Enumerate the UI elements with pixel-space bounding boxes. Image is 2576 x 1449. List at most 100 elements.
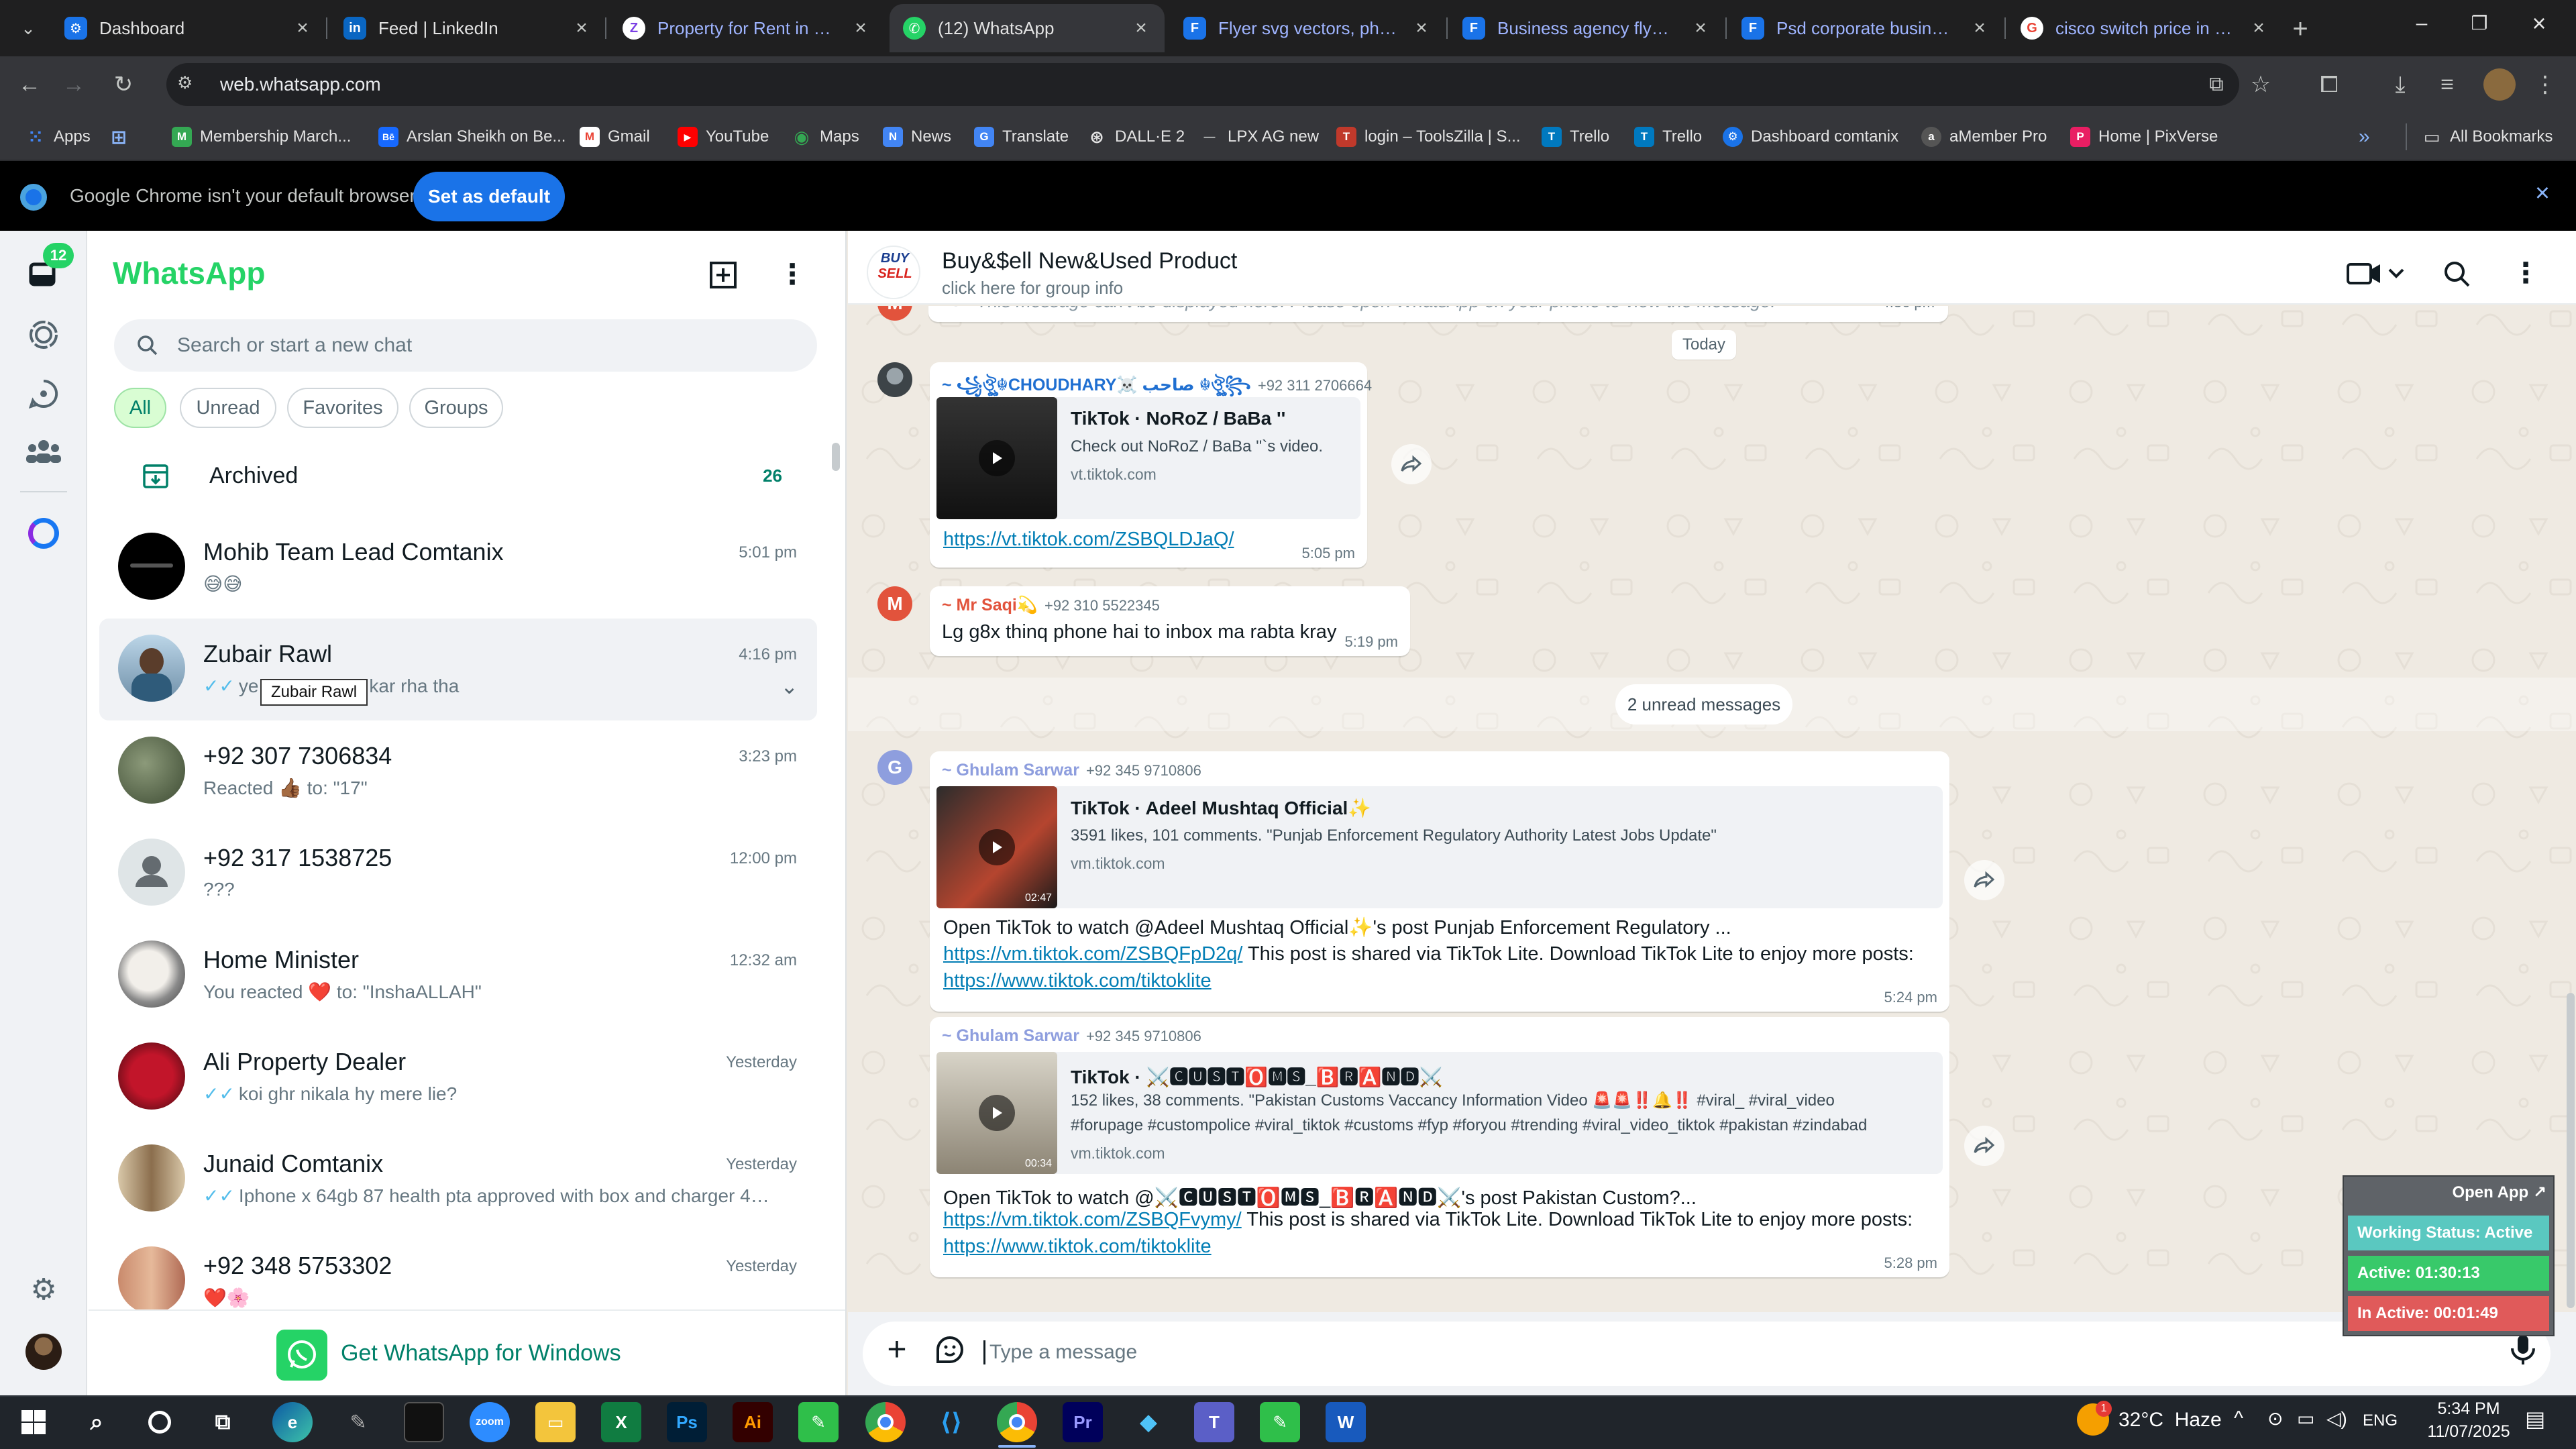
- diamond-app-icon[interactable]: ◆: [1128, 1402, 1169, 1442]
- forward-icon[interactable]: [1391, 444, 1432, 484]
- profile-avatar[interactable]: [2483, 68, 2516, 101]
- minimize-button[interactable]: –: [2395, 12, 2449, 44]
- tab-whatsapp[interactable]: ✆ (12) WhatsApp ×: [890, 4, 1165, 52]
- message-link[interactable]: https://www.tiktok.com/tiktoklite: [943, 1236, 1212, 1258]
- chat-row-zubair[interactable]: Zubair Rawl 4:16 pm ✓✓ ye k at kar rha tha…: [99, 619, 817, 720]
- green-pen-icon[interactable]: ✎: [1260, 1402, 1300, 1442]
- filter-favorites[interactable]: Favorites: [287, 388, 398, 428]
- zoom-icon[interactable]: zoom: [470, 1402, 510, 1442]
- attach-plus-icon[interactable]: +: [879, 1331, 915, 1367]
- reload-icon[interactable]: ↻: [105, 66, 142, 103]
- all-bookmarks-folder[interactable]: ▭ All Bookmarks: [2422, 122, 2553, 152]
- close-tab-icon[interactable]: ×: [851, 17, 871, 40]
- tab-psd-flyer[interactable]: F Psd corporate business fl ×: [1728, 4, 2003, 52]
- archived-row[interactable]: Archived 26: [99, 449, 817, 506]
- bookmark-lpx[interactable]: — LPX AG new: [1199, 122, 1320, 152]
- bookmark-gmail[interactable]: M Gmail: [580, 122, 650, 152]
- extensions-icon[interactable]: ⧠: [2310, 66, 2348, 103]
- search-icon[interactable]: ⌕: [76, 1402, 117, 1442]
- close-tab-icon[interactable]: ×: [1411, 17, 1432, 40]
- downloads-icon[interactable]: ⤓: [2381, 66, 2419, 103]
- microphone-icon[interactable]: [2506, 1331, 2540, 1368]
- message-link[interactable]: https://vt.tiktok.com/ZSBQLDJaQ/: [943, 529, 1234, 551]
- video-thumbnail[interactable]: 02:47: [936, 786, 1057, 908]
- bookmark-youtube[interactable]: ▶ YouTube: [678, 122, 769, 152]
- message-bubble[interactable]: ~ Ghulam Sarwar +92 345 9710806 02:47 Tik…: [930, 751, 1949, 1012]
- back-arrow-icon[interactable]: ←: [11, 66, 48, 103]
- close-tab-icon[interactable]: ×: [292, 17, 313, 40]
- message-bubble[interactable]: ⊘ This message can't be displayed here. …: [928, 306, 1948, 322]
- chat-options-chevron-icon[interactable]: ⌄: [780, 674, 798, 699]
- chat-list-scrollbar[interactable]: [832, 443, 840, 471]
- filter-all[interactable]: All: [114, 388, 166, 428]
- message-bubble[interactable]: ~ Mr Saqi💫 +92 310 5522345 Lg g8x thinq p…: [930, 586, 1410, 656]
- open-app-button[interactable]: Open App ↗: [2442, 1179, 2552, 1206]
- chrome-active-icon[interactable]: [997, 1402, 1037, 1442]
- search-input[interactable]: Search or start a new chat: [114, 319, 817, 372]
- infobar-close-icon[interactable]: ×: [2529, 180, 2556, 207]
- green-app-icon[interactable]: ✎: [798, 1402, 839, 1442]
- bookmark-translate[interactable]: G Translate: [974, 122, 1069, 152]
- set-default-button[interactable]: Set as default: [413, 172, 565, 221]
- site-info-icon[interactable]: ⚙: [177, 72, 201, 97]
- message-link[interactable]: https://vm.tiktok.com/ZSBQFpD2q/: [943, 943, 1242, 965]
- chrome-menu-icon[interactable]: ⋮: [2526, 66, 2564, 103]
- bookmark-trello-2[interactable]: T Trello: [1634, 122, 1702, 152]
- task-view-icon[interactable]: ⧉: [203, 1402, 243, 1442]
- link-preview[interactable]: TikTok · NoRoZ / BaBa '' Check out NoRoZ…: [936, 397, 1360, 519]
- address-bar[interactable]: web.whatsapp.com: [166, 63, 2239, 106]
- clock-date[interactable]: 11/07/2025: [2422, 1422, 2516, 1442]
- close-tab-icon[interactable]: ×: [1970, 17, 1990, 40]
- edge-icon[interactable]: e: [272, 1402, 313, 1442]
- install-app-icon[interactable]: ⧉: [2198, 66, 2235, 103]
- bookmark-tab-groups[interactable]: ⊞: [109, 122, 129, 152]
- vscode-icon[interactable]: ⟨⟩: [931, 1402, 971, 1442]
- meta-ai-icon[interactable]: [28, 518, 59, 549]
- weather-text[interactable]: 32°C Haze: [2118, 1409, 2222, 1432]
- chat-row-junaid[interactable]: Junaid Comtanix Yesterday ✓✓ Iphone x 64g…: [99, 1128, 817, 1230]
- premiere-icon[interactable]: Pr: [1063, 1402, 1103, 1442]
- meet-now-icon[interactable]: ⊙: [2267, 1407, 2283, 1430]
- chat-row-ali-property[interactable]: Ali Property Dealer Yesterday ✓✓ koi ghr …: [99, 1026, 817, 1128]
- tab-business-flyer[interactable]: F Business agency flyer | Pr ×: [1449, 4, 1724, 52]
- my-profile-avatar[interactable]: [25, 1334, 62, 1370]
- pen-tool-icon[interactable]: ✎: [338, 1402, 378, 1442]
- clock-time[interactable]: 5:34 PM: [2422, 1399, 2516, 1419]
- chat-row-307[interactable]: +92 307 7306834 3:23 pm Reacted 👍🏾 to: "…: [99, 720, 817, 822]
- video-thumbnail[interactable]: [936, 397, 1057, 519]
- group-avatar[interactable]: BUY SELL: [867, 246, 920, 299]
- teams-icon[interactable]: T: [1194, 1402, 1234, 1442]
- word-icon[interactable]: W: [1326, 1402, 1366, 1442]
- close-tab-icon[interactable]: ×: [1131, 17, 1151, 40]
- message-bubble[interactable]: ~ Ghulam Sarwar +92 345 9710806 00:34 Tik…: [930, 1017, 1949, 1277]
- bookmark-star-icon[interactable]: ☆: [2242, 66, 2279, 103]
- language-indicator[interactable]: ENG: [2363, 1411, 2398, 1430]
- bookmark-amember[interactable]: a aMember Pro: [1921, 122, 2047, 152]
- close-tab-icon[interactable]: ×: [572, 17, 592, 40]
- tab-linkedin[interactable]: in Feed | LinkedIn ×: [330, 4, 605, 52]
- bookmark-maps[interactable]: ◉ Maps: [792, 122, 859, 152]
- cortana-icon[interactable]: [140, 1402, 180, 1442]
- settings-gear-icon[interactable]: ⚙: [27, 1273, 60, 1307]
- close-tab-icon[interactable]: ×: [1690, 17, 1711, 40]
- filter-groups[interactable]: Groups: [409, 388, 503, 428]
- message-link[interactable]: https://www.tiktok.com/tiktoklite: [943, 970, 1212, 992]
- tab-search-button[interactable]: ⌄: [13, 13, 43, 43]
- sticker-icon[interactable]: [932, 1332, 967, 1367]
- message-link[interactable]: https://vm.tiktok.com/ZSBQFvymy/: [943, 1209, 1242, 1230]
- notifications-icon[interactable]: ▤: [2525, 1406, 2545, 1432]
- terminal-icon[interactable]: [404, 1402, 444, 1442]
- video-call-icon[interactable]: [2345, 259, 2410, 288]
- chat-row-348[interactable]: +92 348 5753302 Yesterday ❤️🌸: [99, 1230, 817, 1309]
- tab-property[interactable]: Z Property for Rent in Rawa ×: [609, 4, 884, 52]
- bookmark-trello-1[interactable]: T Trello: [1542, 122, 1609, 152]
- chat-row-home-minister[interactable]: Home Minister 12:32 am You reacted ❤️ to…: [99, 924, 817, 1026]
- tab-dashboard[interactable]: ⚙ Dashboard ×: [51, 4, 326, 52]
- volume-icon[interactable]: ◁): [2326, 1407, 2347, 1430]
- close-tab-icon[interactable]: ×: [2249, 17, 2269, 40]
- chat-row-317[interactable]: +92 317 1538725 12:00 pm ???: [99, 822, 817, 924]
- link-preview[interactable]: 00:34 TikTok · ⚔️🅲🆄🆂🆃🅾️🅼🆂_🅱️🆁🅰️🅽🅳⚔️ 152 …: [936, 1052, 1943, 1174]
- tab-cisco-search[interactable]: G cisco switch price in paki ×: [2007, 4, 2282, 52]
- bookmarks-overflow-chevron-icon[interactable]: »: [2359, 122, 2370, 152]
- bookmark-membership[interactable]: M Membership March...: [172, 122, 351, 152]
